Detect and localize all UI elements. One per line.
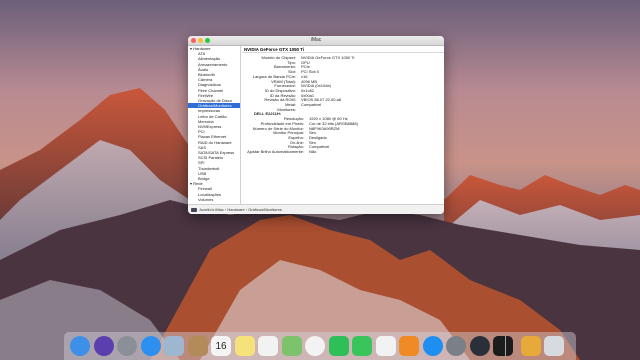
title-bar[interactable]: iMac xyxy=(188,36,444,46)
siri-icon[interactable] xyxy=(93,336,114,356)
detail-pane: NVIDIA GeForce GTX 1050 Ti Modelo do Chi… xyxy=(242,46,444,204)
notes-icon[interactable] xyxy=(234,336,255,356)
reminders-icon[interactable] xyxy=(258,336,278,356)
window-title: iMac xyxy=(310,37,322,43)
path-bar: Jocelio's iMac › Hardware › Gráficos/Mon… xyxy=(188,204,444,214)
downloads-icon[interactable] xyxy=(520,336,541,356)
detail-header: NVIDIA GeForce GTX 1050 Ti xyxy=(242,46,444,53)
contacts-icon[interactable] xyxy=(187,336,208,356)
system-information-window: iMac ▾ Hardware ATA Alimentação Armazenamen… xyxy=(188,36,444,214)
mail-icon[interactable] xyxy=(164,336,184,356)
photos-icon[interactable] xyxy=(305,336,325,356)
imac-icon xyxy=(191,207,197,212)
trash-icon[interactable] xyxy=(544,336,564,356)
info-key: Ajustar Brilho Automaticamente: xyxy=(247,149,304,154)
info-value: Não xyxy=(309,149,317,154)
ibooks-icon[interactable] xyxy=(399,336,419,356)
sidebar-item[interactable]: Volumes xyxy=(188,197,240,202)
calendar-icon[interactable]: 16 xyxy=(211,336,231,356)
sidebar: ▾ Hardware ATA Alimentação Armazenamento Áud… xyxy=(188,46,241,204)
itunes-icon[interactable] xyxy=(375,336,396,356)
messages-icon[interactable] xyxy=(328,336,349,356)
finder-icon[interactable] xyxy=(70,336,90,356)
system-preferences-icon[interactable] xyxy=(446,336,466,356)
terminal-icon[interactable] xyxy=(493,336,513,356)
safari-icon[interactable] xyxy=(140,336,161,356)
app-store-icon[interactable] xyxy=(422,336,443,356)
facetime-icon[interactable] xyxy=(352,336,372,356)
launchpad-icon[interactable] xyxy=(117,336,137,356)
maps-icon[interactable] xyxy=(281,336,302,356)
dock-separator xyxy=(505,336,506,356)
info-row: Ajustar Brilho Automaticamente: Não xyxy=(242,149,442,154)
quicktime-icon[interactable] xyxy=(469,336,490,356)
path-text[interactable]: Jocelio's iMac › Hardware › Gráficos/Mon… xyxy=(199,207,282,212)
